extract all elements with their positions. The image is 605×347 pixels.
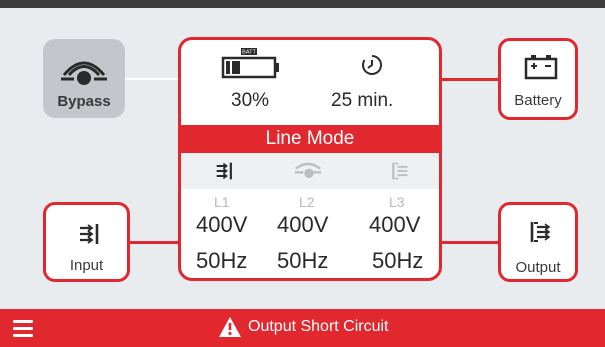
phase-frequency: 50Hz	[196, 248, 248, 273]
output-connector	[442, 241, 498, 244]
input-box[interactable]: Input	[43, 202, 130, 282]
battery-label: Battery	[514, 92, 562, 109]
top-bar	[0, 0, 605, 8]
output-label: Output	[515, 259, 561, 276]
battery-level-icon: BATT	[221, 48, 279, 79]
output-box[interactable]: Output	[498, 202, 578, 282]
output-icon	[530, 222, 551, 242]
phase-voltage: 400V	[369, 212, 421, 237]
bypass-label: Bypass	[57, 93, 111, 110]
battery-connector	[442, 78, 498, 81]
battery-level-fill	[232, 61, 240, 74]
phase-voltage: 400V	[277, 212, 329, 237]
input-label: Input	[69, 257, 104, 274]
battery-percent: 30%	[231, 90, 270, 111]
status-panel: BATT 30% 25 min. Line Mode L1 L2 L3 400V	[178, 37, 442, 281]
battery-box[interactable]: Battery	[498, 38, 578, 120]
phase-icons-row	[181, 153, 439, 189]
alarm-message[interactable]: Output Short Circuit	[248, 318, 389, 336]
bypass-phase-icon	[294, 162, 322, 178]
bypass-connector	[125, 78, 178, 80]
batt-icon-text: BATT	[242, 50, 256, 56]
phase-frequency: 50Hz	[277, 248, 329, 273]
phase-label: L1	[214, 194, 230, 210]
menu-icon[interactable]	[13, 320, 33, 337]
phase-label: L2	[299, 194, 315, 210]
alarm-footer: Output Short Circuit	[0, 309, 605, 347]
clock-icon	[362, 55, 382, 75]
phase-voltage: 400V	[196, 212, 248, 237]
input-icon	[80, 224, 99, 244]
input-phase-icon	[216, 162, 232, 180]
phase-frequency: 50Hz	[372, 248, 424, 273]
phase-label: L3	[389, 194, 405, 210]
mode-banner: Line Mode	[181, 125, 439, 153]
bypass-box[interactable]: Bypass	[43, 39, 125, 118]
warning-icon	[219, 317, 241, 337]
bypass-icon	[61, 61, 107, 85]
input-connector	[130, 241, 178, 244]
output-phase-icon	[392, 162, 408, 180]
battery-icon	[524, 55, 558, 80]
runtime: 25 min.	[331, 90, 394, 111]
